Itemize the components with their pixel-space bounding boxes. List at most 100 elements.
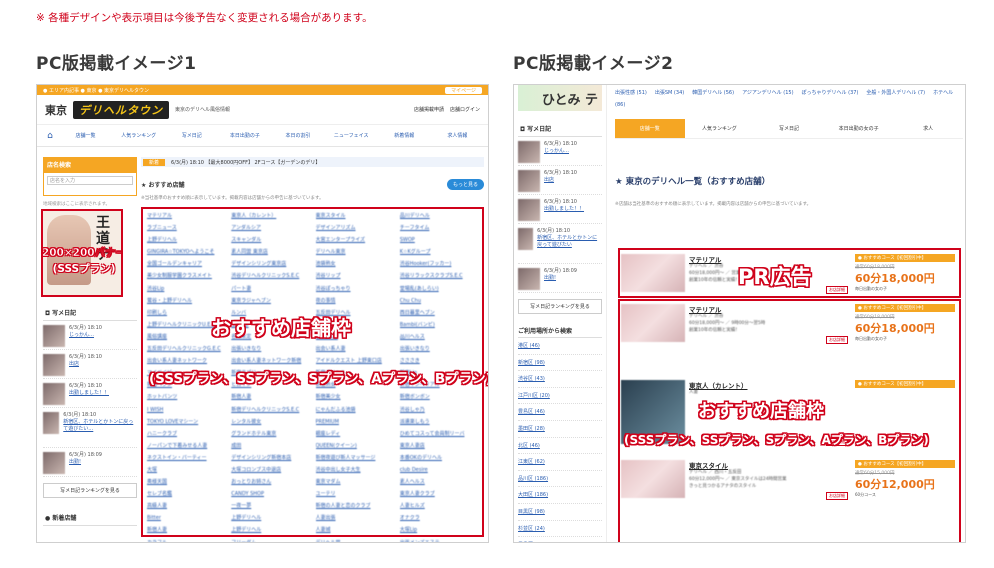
diary-more-button[interactable]: 写メ日記ランキングを見る <box>518 299 602 314</box>
nav-item[interactable]: 店舗一覧 <box>61 132 110 139</box>
shop-link[interactable]: TOKYO LOVEマシーン <box>147 416 225 428</box>
shop-link[interactable]: さささき <box>400 355 478 367</box>
shop-link[interactable]: 渋谷Hooker(フッカー) <box>400 258 478 270</box>
shop-link[interactable]: 渋谷ぽっちゃり <box>316 283 394 295</box>
diary-entry[interactable]: 6/3(月) 18:09 出勤! <box>518 264 602 293</box>
shop-link[interactable]: 上野デリヘル <box>147 234 225 246</box>
area-link[interactable]: 港区 (46) <box>518 338 602 355</box>
shop-link[interactable]: 美少女制服学園クラスメイト <box>147 270 225 282</box>
home-icon[interactable]: ⌂ <box>43 131 57 141</box>
shop-link[interactable]: 人妻出張 <box>316 512 394 524</box>
shop-link[interactable]: 素人同盟 東京店 <box>231 246 309 258</box>
shop-link[interactable]: I WISH <box>147 404 225 416</box>
shop-link[interactable]: 夜の事情 <box>316 295 394 307</box>
shop-link[interactable]: club Desire <box>400 464 478 476</box>
nav-item[interactable]: ニューフェイス <box>327 132 376 139</box>
shop-link[interactable]: 出会い系人妻ネットワーク新宿 <box>231 355 309 367</box>
diary-entry[interactable]: 6/3(月) 18:10 新宿区、ホテルとかトンに戻って遊びたい <box>518 224 602 264</box>
shop-link[interactable]: 東京人妻クラブ <box>400 488 478 500</box>
nav-item[interactable]: 本日の割引 <box>274 132 323 139</box>
shop-link[interactable]: 東京ラジャヘブン <box>231 295 309 307</box>
banner-logo[interactable]: ひとみ テ <box>518 85 602 111</box>
shop-link[interactable]: 人妻ヒルズ <box>400 500 478 512</box>
shop-link[interactable]: セレブ名鑑 <box>147 488 225 500</box>
shop-link[interactable]: デリヘル堂 <box>316 537 394 542</box>
shop-link[interactable]: ひめてコスって会員制リーバ <box>400 428 478 440</box>
nav-item[interactable]: 新着情報 <box>380 132 429 139</box>
shop-link[interactable]: にゃんだふる池袋 <box>316 404 394 416</box>
area-link[interactable]: 墨田区 (28) <box>518 421 602 438</box>
shop-link[interactable]: 派遣楽しもう <box>400 416 478 428</box>
area-link[interactable]: 豊島区 (46) <box>518 404 602 421</box>
nav-item[interactable]: 本日出勤の子 <box>220 132 269 139</box>
diary-entry[interactable]: 6/3(月) 18:10 新宿区、ホテルとかトンに戻って遊びたい… <box>43 408 137 448</box>
shop-link[interactable]: QUEEN(クイーン) <box>316 440 394 452</box>
shop-link[interactable]: チーフタイム <box>400 222 478 234</box>
shop-link[interactable]: デリヘル東京 <box>316 246 394 258</box>
shop-link[interactable]: ラブニュース <box>147 222 225 234</box>
shop-link[interactable]: 高級人妻 <box>147 500 225 512</box>
shop-link[interactable]: 渋谷リップ <box>316 270 394 282</box>
nav-item[interactable]: 写メ日記 <box>167 132 216 139</box>
area-link[interactable]: 杉並区 (24) <box>518 521 602 538</box>
shop-link[interactable]: 大宮エンタープライズ <box>316 234 394 246</box>
shop-link[interactable]: GINGIRA☆TOKYOへようこそ <box>147 246 225 258</box>
shop-link[interactable]: ノーパンで下着みせる人妻 <box>147 440 225 452</box>
shop-link[interactable]: 新宿人妻 <box>231 391 309 403</box>
area-link[interactable]: 北区 (46) <box>518 438 602 455</box>
shop-link[interactable]: 渋谷リラックスクラブS.E.C <box>400 270 478 282</box>
shop-link[interactable]: デザインアリズム <box>316 222 394 234</box>
diary-entry[interactable]: 6/3(月) 18:10 出勤しました！！ <box>518 195 602 224</box>
nav-item[interactable]: 求人情報 <box>433 132 482 139</box>
search-input[interactable]: 店名を入力 <box>47 176 133 185</box>
shop-link[interactable]: 新宿美少女 <box>316 391 394 403</box>
shop-link[interactable]: SWOP <box>400 234 478 246</box>
sidebar-banner[interactable]: 王道テ 200×200バナー (SSSプラン) <box>41 209 123 297</box>
shop-link[interactable]: パート妻 <box>231 283 309 295</box>
shop-link[interactable]: Bambi(バンビ) <box>400 319 478 331</box>
shop-link[interactable]: 大塚 <box>147 464 225 476</box>
shop-link[interactable]: 新宿デリヘルクリニックS.E.C <box>231 404 309 416</box>
area-link[interactable]: 大田区 (186) <box>518 487 602 504</box>
shop-link[interactable]: PREMIUM <box>316 416 394 428</box>
shop-link[interactable]: スキャンダル <box>231 234 309 246</box>
shop-link[interactable]: 出会い系人妻 <box>316 343 394 355</box>
more-button[interactable]: もっと見る <box>446 179 484 190</box>
shop-link[interactable]: おっとりお姉さん <box>231 476 309 488</box>
info-text[interactable]: 6/3(月) 18:10 【最大8000円OFF】 2Fコース【ガーデンのデリ】 <box>171 159 320 166</box>
diary-more-button[interactable]: 写メ日記ランキングを見る <box>43 483 137 498</box>
shop-link[interactable]: CANDY SHOP <box>231 488 309 500</box>
shop-link[interactable]: 渋谷デリヘルクリニックS.E.C <box>231 270 309 282</box>
diary-entry[interactable]: 6/3(月) 18:10 出勤しました！！ <box>43 379 137 408</box>
shop-link[interactable]: 新宿の人妻と恋のクラブ <box>316 500 394 512</box>
shop-link[interactable]: 堂場乱(あしらい) <box>400 283 478 295</box>
area-link[interactable]: 品川区 (186) <box>518 471 602 488</box>
site-logo[interactable]: デリヘルタウン <box>73 100 169 119</box>
shop-link[interactable]: 上野デリヘル <box>231 512 309 524</box>
shop-link[interactable]: カラフル <box>147 537 225 542</box>
shop-link[interactable]: 奥様天国 <box>147 476 225 488</box>
shop-link[interactable]: アイドルクエスト 上野東口店 <box>316 355 394 367</box>
shop-link[interactable]: 大塚Lip <box>400 524 478 536</box>
shop-link[interactable]: 鶯谷・上野デリヘル <box>147 295 225 307</box>
shop-link[interactable]: 渋谷しゃ乃 <box>400 404 478 416</box>
shop-link[interactable]: アンダルシア <box>231 222 309 234</box>
shop-link[interactable]: 品川デリヘル <box>400 210 478 222</box>
diary-entry[interactable]: 6/3(月) 18:09 出勤! <box>43 448 137 477</box>
area-link[interactable]: 目黒区 (98) <box>518 504 602 521</box>
shop-link[interactable]: ネクストイン・パーティー <box>147 452 225 464</box>
shop-link[interactable]: 西日暮里ヘブン <box>400 307 478 319</box>
shop-link[interactable]: 新宿夜遊び新人マッサージ <box>316 452 394 464</box>
shop-link[interactable]: 出張いきなり <box>400 343 478 355</box>
shop-link[interactable]: 五反田デリヘルクリニックG.E.C <box>147 343 225 355</box>
diary-entry[interactable]: 6/3(月) 18:10 じっかん… <box>518 137 602 166</box>
shop-link[interactable]: 銀座レディ <box>316 428 394 440</box>
shop-link[interactable]: オナクラ <box>400 512 478 524</box>
shop-link[interactable]: 一夜一夢 <box>231 500 309 512</box>
shop-link[interactable]: デザインシリング東京店 <box>231 258 309 270</box>
shop-link[interactable]: 新宿人妻 <box>147 524 225 536</box>
shop-link[interactable]: フリーダム <box>231 537 309 542</box>
shop-link[interactable]: 上野デリヘル <box>231 524 309 536</box>
shop-link[interactable]: 素人ヘルス <box>400 476 478 488</box>
shop-login-link[interactable]: 店舗ログイン <box>450 106 480 113</box>
